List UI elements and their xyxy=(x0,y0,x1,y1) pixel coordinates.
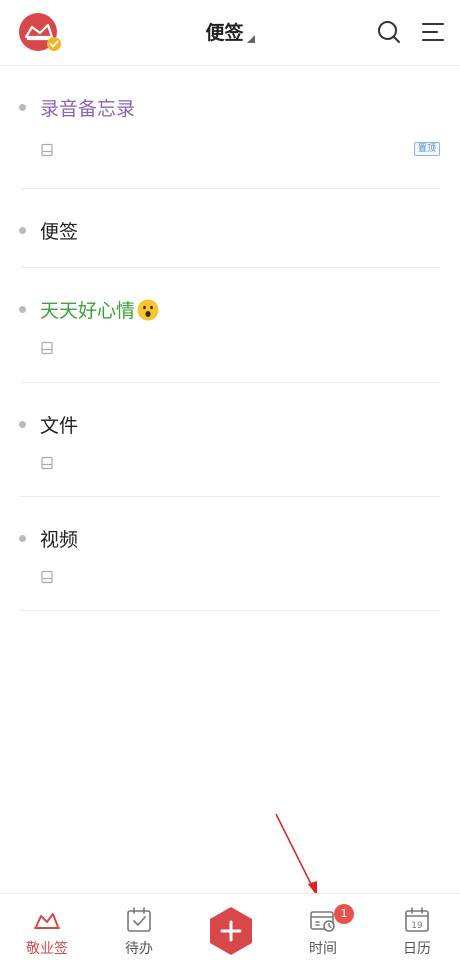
bullet-dot xyxy=(19,227,26,234)
note-item[interactable]: 天天好心情 xyxy=(19,268,440,383)
page-title: 便签 xyxy=(205,22,244,44)
time-icon xyxy=(310,911,335,932)
add-button[interactable] xyxy=(208,906,254,956)
notification-badge: 1 xyxy=(334,904,354,924)
search-icon[interactable] xyxy=(376,19,402,45)
app-logo-icon xyxy=(34,913,60,929)
note-type-icon xyxy=(41,570,53,584)
calendar-day: 19 xyxy=(411,921,423,931)
todo-calendar-icon xyxy=(127,907,151,932)
note-type-icon xyxy=(41,341,53,355)
tab-calendar[interactable]: 19 日历 xyxy=(382,894,452,963)
bottom-tab-bar: 敬业签 待办 1 时间 19 日历 xyxy=(0,893,460,963)
note-title: 便签 xyxy=(40,221,79,243)
note-type-icon xyxy=(41,143,53,157)
note-item[interactable]: 视频 xyxy=(19,497,440,611)
app-header: 便签 xyxy=(0,0,460,66)
tab-todo[interactable]: 待办 xyxy=(104,894,174,963)
note-title: 录音备忘录 xyxy=(40,98,136,120)
note-title-text: 天天好心情 xyxy=(40,300,136,322)
bullet-dot xyxy=(19,306,26,313)
note-list: 录音备忘录 置顶 便签 天天好心情 文件 视频 xyxy=(0,66,460,611)
tab-label: 待办 xyxy=(125,941,153,957)
bullet-dot xyxy=(19,535,26,542)
note-type-icon xyxy=(41,456,53,470)
note-item[interactable]: 文件 xyxy=(19,383,440,497)
note-title: 天天好心情 xyxy=(40,296,159,323)
bullet-dot xyxy=(19,421,26,428)
note-title: 文件 xyxy=(40,415,79,437)
pinned-badge: 置顶 xyxy=(413,142,440,156)
annotation-arrow xyxy=(275,813,317,896)
caret-down-icon xyxy=(246,35,255,43)
hushed-face-emoji-icon xyxy=(137,299,159,321)
bullet-dot xyxy=(19,104,26,111)
tab-label: 时间 xyxy=(309,941,337,957)
tab-jingyeqian[interactable]: 敬业签 xyxy=(12,894,82,963)
tab-label: 日历 xyxy=(403,941,431,957)
tab-time[interactable]: 1 时间 xyxy=(288,894,358,963)
calendar-icon: 19 xyxy=(405,907,429,932)
note-item[interactable]: 便签 xyxy=(19,189,440,268)
note-item[interactable]: 录音备忘录 置顶 xyxy=(19,66,440,189)
menu-icon[interactable] xyxy=(420,19,446,45)
tab-label: 敬业签 xyxy=(26,941,68,957)
note-title: 视频 xyxy=(40,529,79,551)
